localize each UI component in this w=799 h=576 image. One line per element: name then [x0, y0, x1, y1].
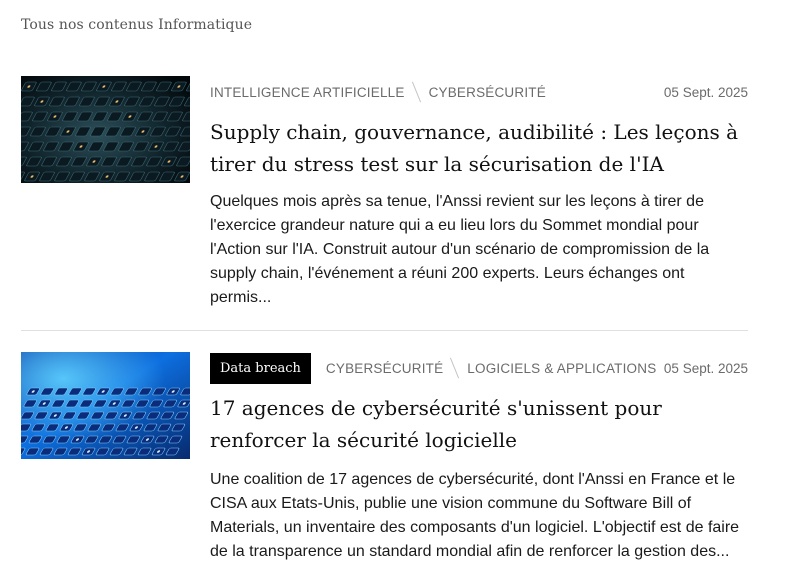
article-excerpt: Une coalition de 17 agences de cybersécu…	[210, 471, 740, 560]
article-divider	[21, 330, 748, 331]
topic-badge[interactable]: Data breach	[210, 352, 311, 384]
article-date: 05 Sept. 2025	[663, 360, 748, 376]
article-date: 05 Sept. 2025	[663, 84, 748, 100]
article-title[interactable]: 17 agences de cybersécurité s'unissent p…	[210, 392, 748, 456]
category-tag[interactable]: INTELLIGENCE ARTIFICIELLE	[210, 85, 405, 100]
category-tag[interactable]: LOGICIELS & APPLICATIONS	[467, 361, 656, 376]
article-title[interactable]: Supply chain, gouvernance, audibilité : …	[210, 116, 748, 180]
article-meta: Data breach CYBERSÉCURITÉ LOGICIELS & AP…	[210, 352, 748, 384]
article-image[interactable]	[21, 352, 190, 459]
tag-separator	[450, 357, 460, 379]
article-excerpt: Quelques mois après sa tenue, l'Anssi re…	[210, 193, 710, 306]
tag-separator	[411, 81, 421, 103]
section-label: Tous nos contenus Informatique	[21, 17, 253, 33]
category-tag[interactable]: CYBERSÉCURITÉ	[429, 85, 546, 100]
category-tag[interactable]: CYBERSÉCURITÉ	[326, 361, 443, 376]
article-image[interactable]	[21, 76, 190, 183]
article-meta: INTELLIGENCE ARTIFICIELLE CYBERSÉCURITÉ …	[210, 76, 748, 108]
